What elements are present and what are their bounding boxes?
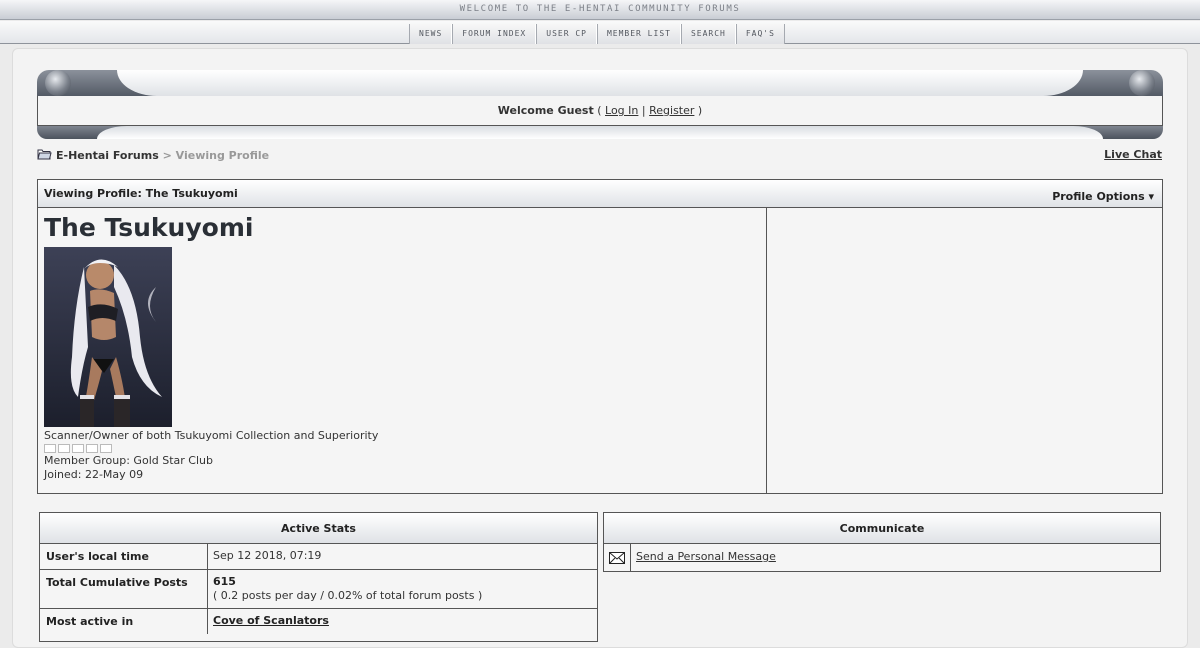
site-banner: Welcome to the E-Hentai Community Forums — [0, 0, 1200, 20]
posts-count: 615 — [213, 575, 236, 588]
login-link[interactable]: Log In — [605, 104, 638, 117]
member-group: Member Group: Gold Star Club — [44, 454, 213, 467]
nav-member-list[interactable]: Member List — [596, 24, 681, 44]
profile-title: Viewing Profile: The Tsukuyomi — [44, 187, 238, 200]
nav-search[interactable]: Search — [680, 24, 736, 44]
profile-side — [768, 208, 1162, 493]
most-active-forum-link[interactable]: Cove of Scanlators — [213, 614, 329, 627]
posts-value: 615 ( 0.2 posts per day / 0.02% of total… — [208, 570, 597, 608]
breadcrumb: E-Hentai Forums > Viewing Profile — [37, 148, 269, 162]
top-nav: News Forum Index User CP Member List Sea… — [0, 21, 1200, 44]
rating-pip — [44, 444, 56, 453]
rating-pip — [58, 444, 70, 453]
posts-detail: ( 0.2 posts per day / 0.02% of total for… — [213, 589, 483, 602]
user-tagline: Scanner/Owner of both Tsukuyomi Collecti… — [44, 429, 379, 442]
nav-news[interactable]: News — [409, 24, 453, 44]
communicate-header: Communicate — [604, 513, 1160, 544]
welcome-bar: Welcome Guest ( Log In | Register ) — [37, 96, 1163, 126]
left-knob-icon — [45, 70, 71, 96]
breadcrumb-home[interactable]: E-Hentai Forums — [56, 149, 159, 162]
folder-icon — [37, 149, 52, 160]
table-row: Most active in Cove of Scanlators — [40, 609, 597, 634]
nav-forum-index[interactable]: Forum Index — [452, 24, 537, 44]
local-time-label: User's local time — [40, 544, 208, 569]
profile-main: The Tsukuyomi Scanner/Owner of both Tsuk… — [38, 208, 767, 493]
posts-label: Total Cumulative Posts — [40, 570, 208, 608]
right-knob-icon — [1129, 70, 1155, 96]
table-row: Total Cumulative Posts 615 ( 0.2 posts p… — [40, 570, 597, 609]
footer-decoration — [37, 126, 1163, 139]
username: The Tsukuyomi — [44, 213, 254, 242]
active-stats-table: Active Stats User's local time Sep 12 20… — [39, 512, 598, 642]
table-row: Send a Personal Message — [604, 544, 1160, 571]
joined-date: Joined: 22-May 09 — [44, 468, 144, 481]
welcome-guest: Welcome Guest — [497, 104, 594, 117]
banner-text: Welcome to the E-Hentai Community Forums — [459, 4, 741, 14]
most-active-value: Cove of Scanlators — [208, 609, 597, 634]
profile-titlebar: Viewing Profile: The Tsukuyomi Profile O… — [38, 180, 1162, 208]
most-active-label: Most active in — [40, 609, 208, 634]
live-chat-link[interactable]: Live Chat — [1104, 148, 1162, 161]
avatar — [44, 247, 172, 427]
table-row: User's local time Sep 12 2018, 07:19 — [40, 544, 597, 570]
rating-pip — [72, 444, 84, 453]
nav-user-cp[interactable]: User CP — [536, 24, 597, 44]
envelope-icon — [604, 544, 631, 571]
local-time-value: Sep 12 2018, 07:19 — [213, 549, 322, 562]
breadcrumb-current: > Viewing Profile — [162, 149, 270, 162]
active-stats-header: Active Stats — [40, 513, 597, 544]
send-pm-link[interactable]: Send a Personal Message — [631, 544, 781, 571]
register-link[interactable]: Register — [649, 104, 694, 117]
profile-box: Viewing Profile: The Tsukuyomi Profile O… — [37, 179, 1163, 494]
header-decoration — [37, 70, 1163, 96]
rating-pip — [100, 444, 112, 453]
communicate-table: Communicate Send a Personal Message — [603, 512, 1161, 572]
rating-pip — [86, 444, 98, 453]
nav-faqs[interactable]: FAQ's — [735, 24, 785, 44]
rating-pips — [44, 444, 760, 453]
profile-options-button[interactable]: Profile Options ▾ — [1052, 190, 1154, 203]
